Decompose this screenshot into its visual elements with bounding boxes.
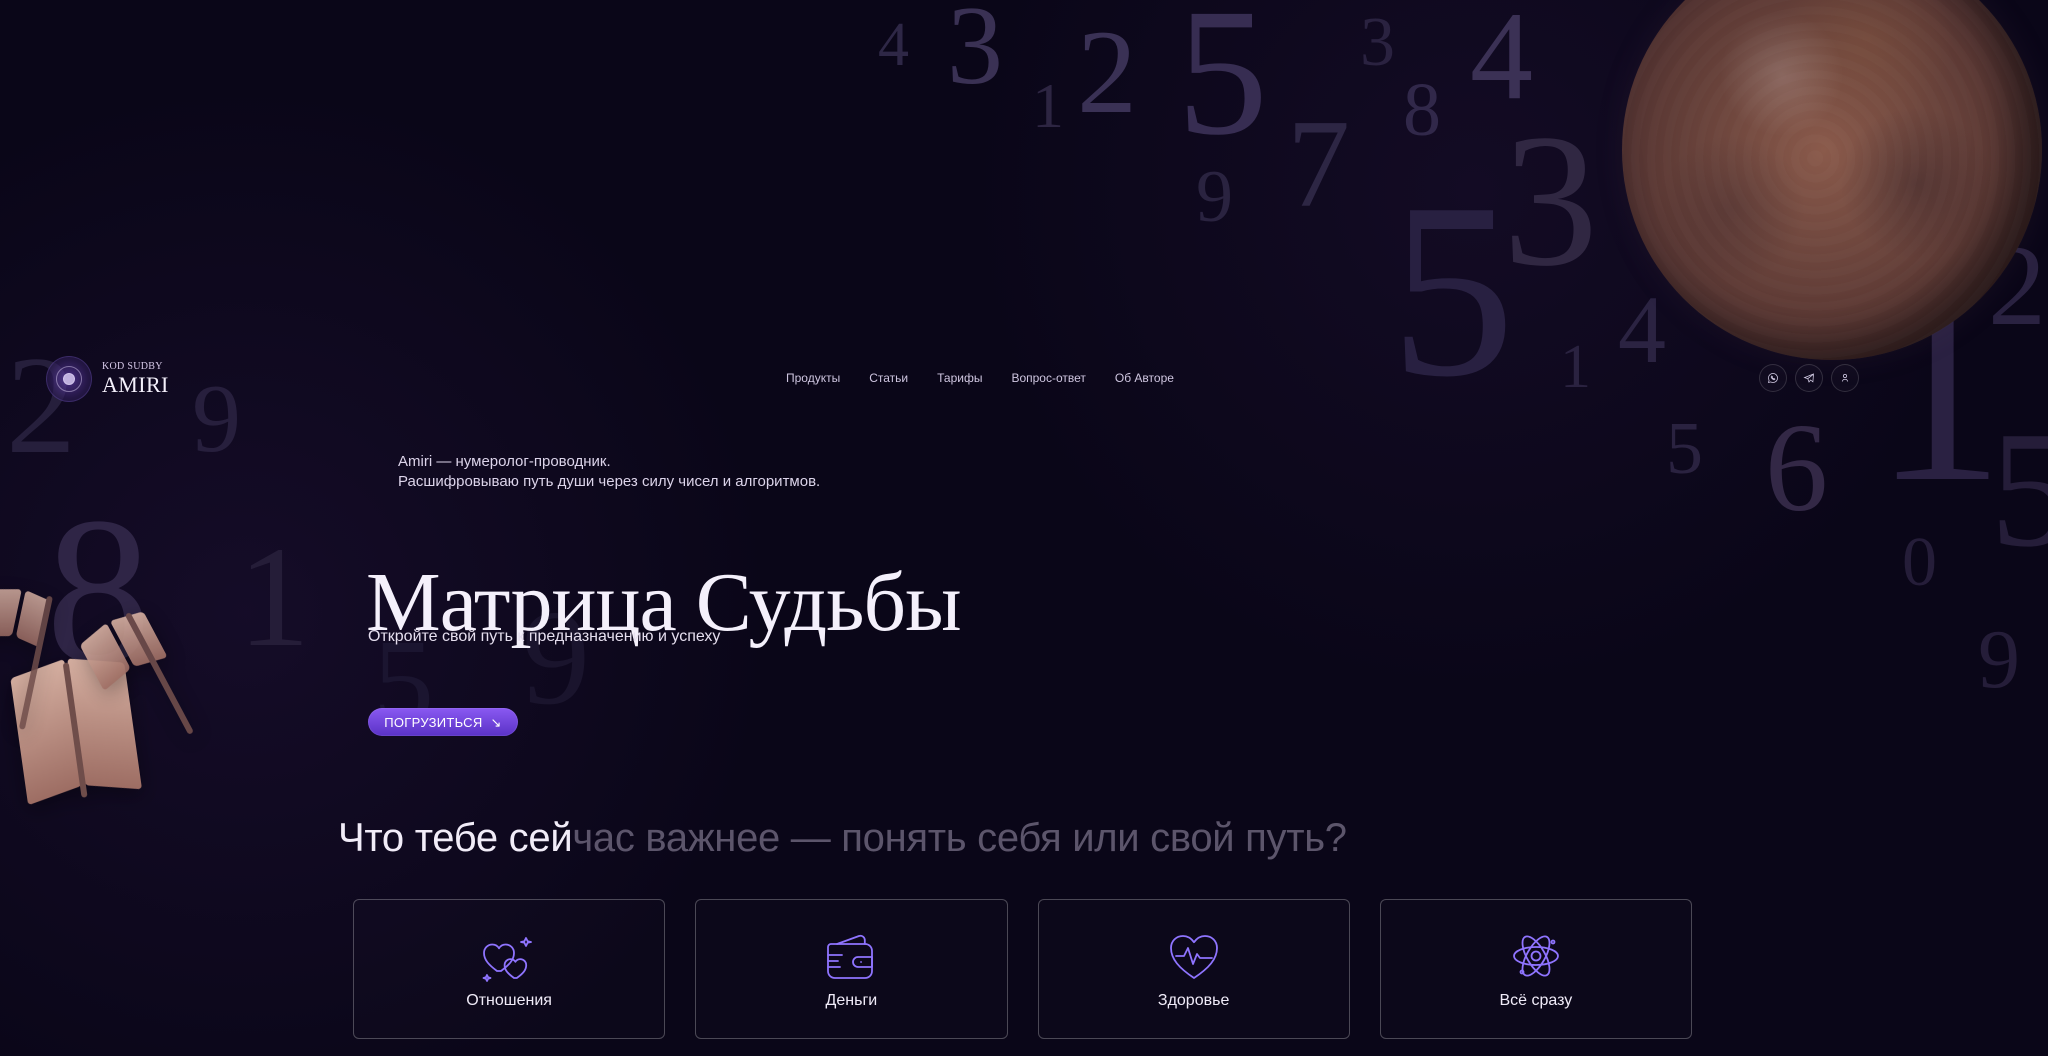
decorative-number: 2: [1077, 5, 1137, 138]
card-relationships[interactable]: Отношения: [353, 899, 666, 1039]
header-icons: [1759, 364, 1859, 392]
nav-item-faq[interactable]: Вопрос-ответ: [1011, 371, 1085, 385]
card-money[interactable]: Деньги: [695, 899, 1008, 1039]
topic-cards: Отношения Деньги Здоровье Всё сразу: [353, 899, 1692, 1039]
question-lit: Что тебе сей: [338, 816, 573, 860]
decorative-number: 3: [1360, 4, 1395, 81]
nav-item-products[interactable]: Продукты: [786, 371, 840, 385]
hero-intro: Amiri — нумеролог-проводник. Расшифровыв…: [398, 452, 1018, 492]
section-question: Что тебе сейчас важнее — понять себя или…: [338, 818, 1347, 858]
card-health[interactable]: Здоровье: [1037, 899, 1350, 1039]
intro-brand: Amiri: [398, 453, 433, 470]
decorative-number: 7: [1287, 95, 1350, 234]
decorative-number: 1: [238, 518, 310, 677]
decorative-number: 5: [1990, 397, 2048, 581]
nav-item-about[interactable]: Об Авторе: [1115, 371, 1174, 385]
intro-role: нумеролог-проводник.: [455, 453, 611, 470]
telegram-icon[interactable]: [1795, 364, 1823, 392]
cta-button[interactable]: ПОГРУЗИТЬСЯ ↘: [368, 708, 518, 736]
nav-item-pricing[interactable]: Тарифы: [937, 371, 982, 385]
page-background: 4 3 1 2 5 9 7 3 8 4 5 3 1 4 5 6 1 2 5 0 …: [0, 0, 2048, 1056]
decorative-number: 8: [1403, 68, 1441, 152]
decorative-number: 9: [1978, 613, 2020, 706]
card-everything[interactable]: Всё сразу: [1379, 899, 1692, 1039]
hero-intro-line-2: Расшифровываю путь души через силу чисел…: [398, 473, 821, 490]
logo-icon: [46, 356, 92, 402]
nav-item-articles[interactable]: Статьи: [869, 371, 908, 385]
site-header: KOD SUDBY AMIRI Продукты Статьи Тарифы В…: [0, 356, 2048, 402]
intro-dash: —: [436, 453, 452, 470]
user-icon[interactable]: [1831, 364, 1859, 392]
cta-label: ПОГРУЗИТЬСЯ: [384, 714, 483, 730]
main-navigation: Продукты Статьи Тарифы Вопрос-ответ Об А…: [786, 371, 1174, 385]
heartbeat-icon: [1164, 928, 1224, 984]
decorative-number: 0: [1902, 524, 1937, 601]
decorative-number: 3: [947, 0, 1003, 108]
brand-name: AMIRI: [102, 372, 169, 397]
decorative-number: 9: [1196, 156, 1233, 238]
decorative-number: 3: [1503, 96, 1598, 306]
whatsapp-icon[interactable]: [1759, 364, 1787, 392]
hero-intro-line-1: Amiri — нумеролог-проводник.: [398, 452, 1018, 472]
decorative-number: 6: [1765, 399, 1828, 538]
card-label: Отношения: [466, 992, 552, 1009]
decorative-number: 5: [1177, 0, 1268, 173]
hero-subtitle: Откройте свой путь к предназначению и ус…: [368, 628, 721, 645]
atom-icon: [1506, 928, 1566, 984]
wallet-icon: [821, 928, 881, 984]
card-label: Всё сразу: [1499, 992, 1573, 1009]
decorative-number: 5: [1666, 408, 1703, 490]
hearts-icon: [479, 928, 539, 984]
arrow-down-right-icon: ↘: [490, 714, 502, 730]
card-label: Здоровье: [1157, 992, 1230, 1009]
question-dim: час важнее — понять себя или свой путь?: [572, 816, 1347, 860]
brand-small-label: KOD SUDBY: [102, 361, 163, 372]
decorative-number: 1: [1032, 70, 1064, 141]
decorative-number: 4: [878, 11, 909, 79]
brand-logo[interactable]: KOD SUDBY AMIRI: [46, 356, 169, 402]
brand-text: KOD SUDBY AMIRI: [102, 362, 169, 396]
card-label: Деньги: [825, 992, 878, 1009]
